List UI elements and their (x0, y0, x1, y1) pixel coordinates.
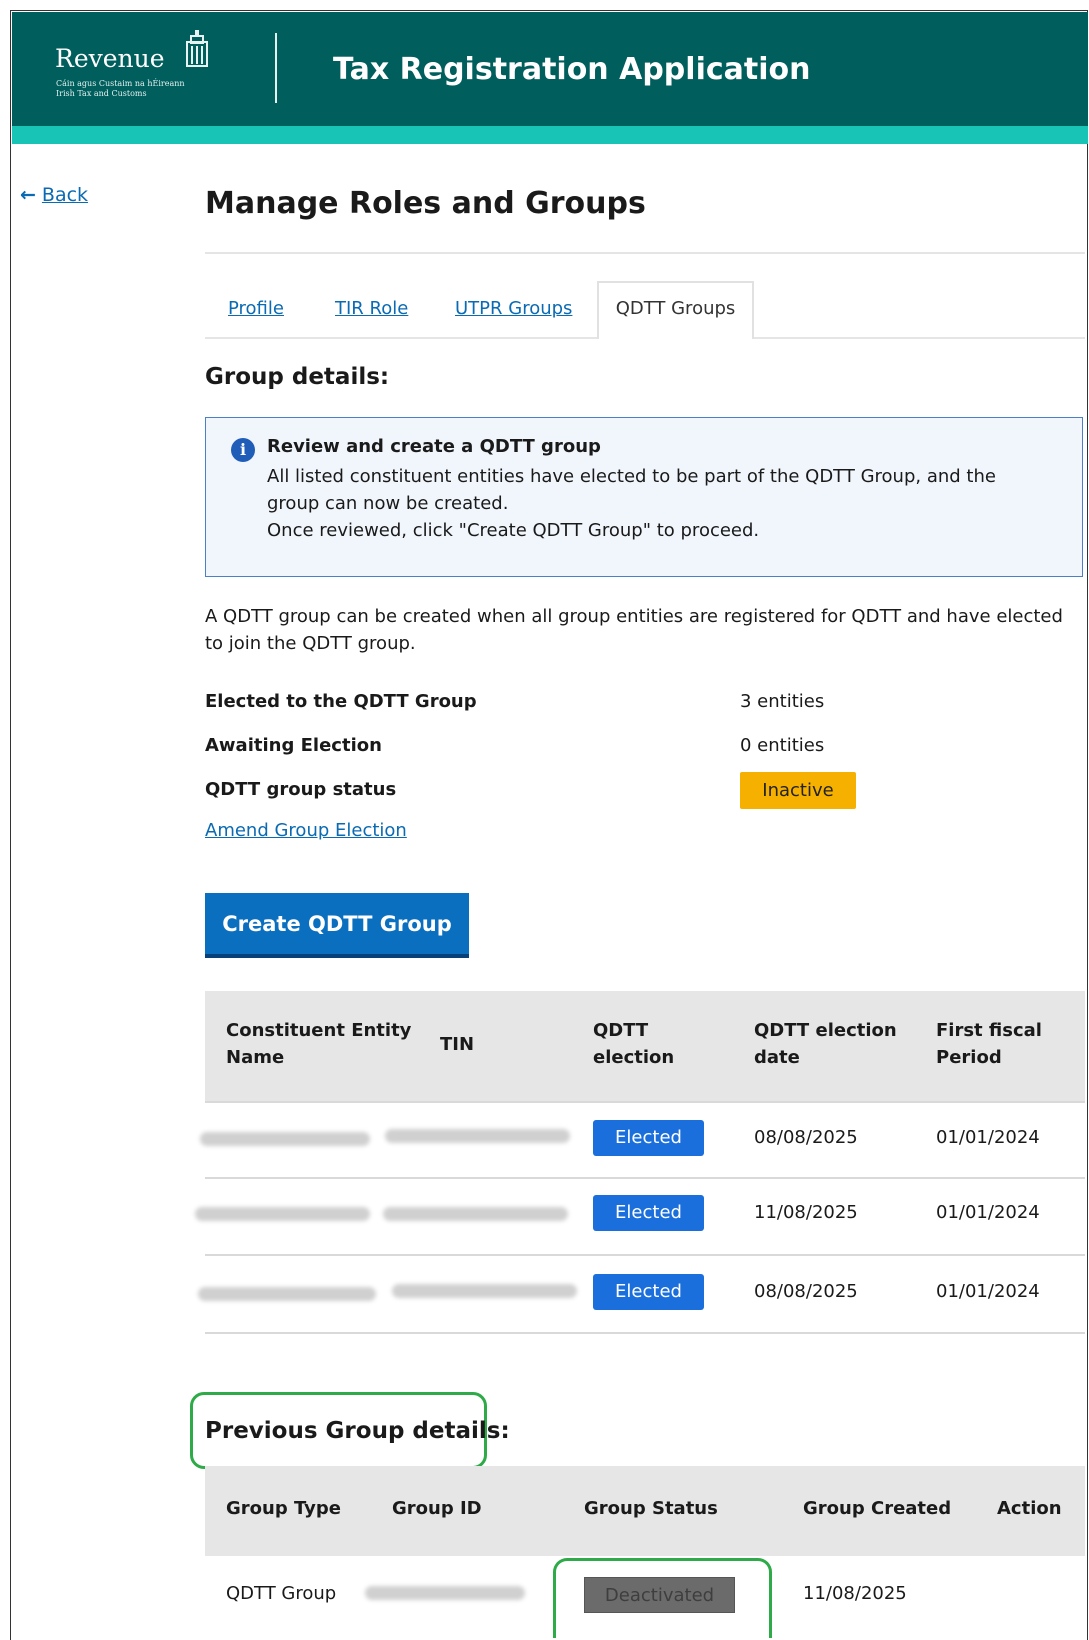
redacted-tin (383, 1207, 568, 1221)
redacted-entity-name (200, 1132, 370, 1146)
col-group-type: Group Type (226, 1498, 341, 1519)
table-row-divider (205, 1254, 1085, 1256)
tab-profile[interactable]: Profile (228, 298, 284, 319)
previous-group-details-heading: Previous Group details: (205, 1418, 510, 1444)
highlight-ring-status (553, 1558, 772, 1638)
redacted-group-id (365, 1586, 525, 1600)
election-badge: Elected (593, 1120, 704, 1156)
tab-tir-role[interactable]: TIR Role (335, 298, 408, 319)
create-qdtt-group-button[interactable]: Create QDTT Group (205, 893, 469, 958)
election-badge: Elected (593, 1274, 704, 1310)
first-fiscal-period: 01/01/2024 (936, 1202, 1040, 1223)
tab-utpr-groups[interactable]: UTPR Groups (455, 298, 572, 319)
status-label: QDTT group status (205, 779, 397, 800)
election-date: 11/08/2025 (754, 1202, 858, 1223)
col-entity-name: Constituent Entity Name (226, 1020, 412, 1068)
group-type: QDTT Group (226, 1583, 337, 1604)
title-divider (205, 252, 1085, 254)
first-fiscal-period: 01/01/2024 (936, 1127, 1040, 1148)
app-title: Tax Registration Application (333, 52, 811, 87)
first-fiscal-period: 01/01/2024 (936, 1281, 1040, 1302)
election-badge: Elected (593, 1195, 704, 1231)
col-group-status: Group Status (584, 1498, 718, 1519)
info-icon: i (231, 438, 255, 462)
revenue-logo-subtitle: Cáin agus Custaim na hÉireann Irish Tax … (56, 79, 185, 98)
elected-value: 3 entities (740, 691, 825, 712)
redacted-entity-name (195, 1207, 370, 1221)
revenue-logo-icon (186, 30, 208, 67)
header-accent-bar (12, 126, 1088, 144)
col-qdtt-election: QDTT election (593, 1020, 675, 1068)
group-description: A QDTT group can be created when all gro… (205, 606, 1063, 654)
election-date: 08/08/2025 (754, 1281, 858, 1302)
tab-qdtt-groups[interactable]: QDTT Groups (597, 281, 754, 339)
status-badge: Inactive (740, 772, 856, 809)
tabs-baseline-left (205, 337, 597, 339)
elected-label: Elected to the QDTT Group (205, 691, 477, 712)
table-row-divider (205, 1177, 1085, 1179)
redacted-tin (385, 1129, 570, 1143)
col-group-id: Group ID (392, 1498, 482, 1519)
tabs-baseline-right (754, 337, 1085, 339)
col-action: Action (997, 1498, 1062, 1519)
col-group-created: Group Created (803, 1498, 952, 1519)
revenue-logo-text[interactable]: Revenue (55, 44, 165, 73)
group-details-heading: Group details: (205, 364, 390, 390)
back-link-label: Back (41, 184, 89, 206)
arrow-left-icon: ← (20, 184, 36, 206)
info-body: All listed constituent entities have ele… (267, 463, 1047, 544)
col-tin: TIN (440, 1034, 475, 1055)
back-link[interactable]: ← Back (20, 184, 88, 206)
col-first-fiscal: First fiscal Period (936, 1020, 1042, 1068)
page-title: Manage Roles and Groups (205, 186, 646, 221)
redacted-entity-name (198, 1287, 376, 1301)
group-created-date: 11/08/2025 (803, 1583, 907, 1604)
awaiting-label: Awaiting Election (205, 735, 382, 756)
info-line-1: All listed constituent entities have ele… (267, 466, 996, 514)
header-divider (275, 33, 277, 103)
info-title: Review and create a QDTT group (267, 436, 601, 457)
screenshot-frame (10, 10, 1088, 1640)
awaiting-value: 0 entities (740, 735, 825, 756)
col-election-date: QDTT election date (754, 1020, 897, 1068)
info-panel: i Review and create a QDTT group All lis… (205, 417, 1083, 577)
info-line-2: Once reviewed, click "Create QDTT Group"… (267, 520, 760, 541)
amend-group-election-link[interactable]: Amend Group Election (205, 820, 407, 841)
table-row-divider (205, 1332, 1085, 1334)
redacted-tin (392, 1284, 577, 1298)
election-date: 08/08/2025 (754, 1127, 858, 1148)
table-row-divider (205, 1101, 1085, 1103)
